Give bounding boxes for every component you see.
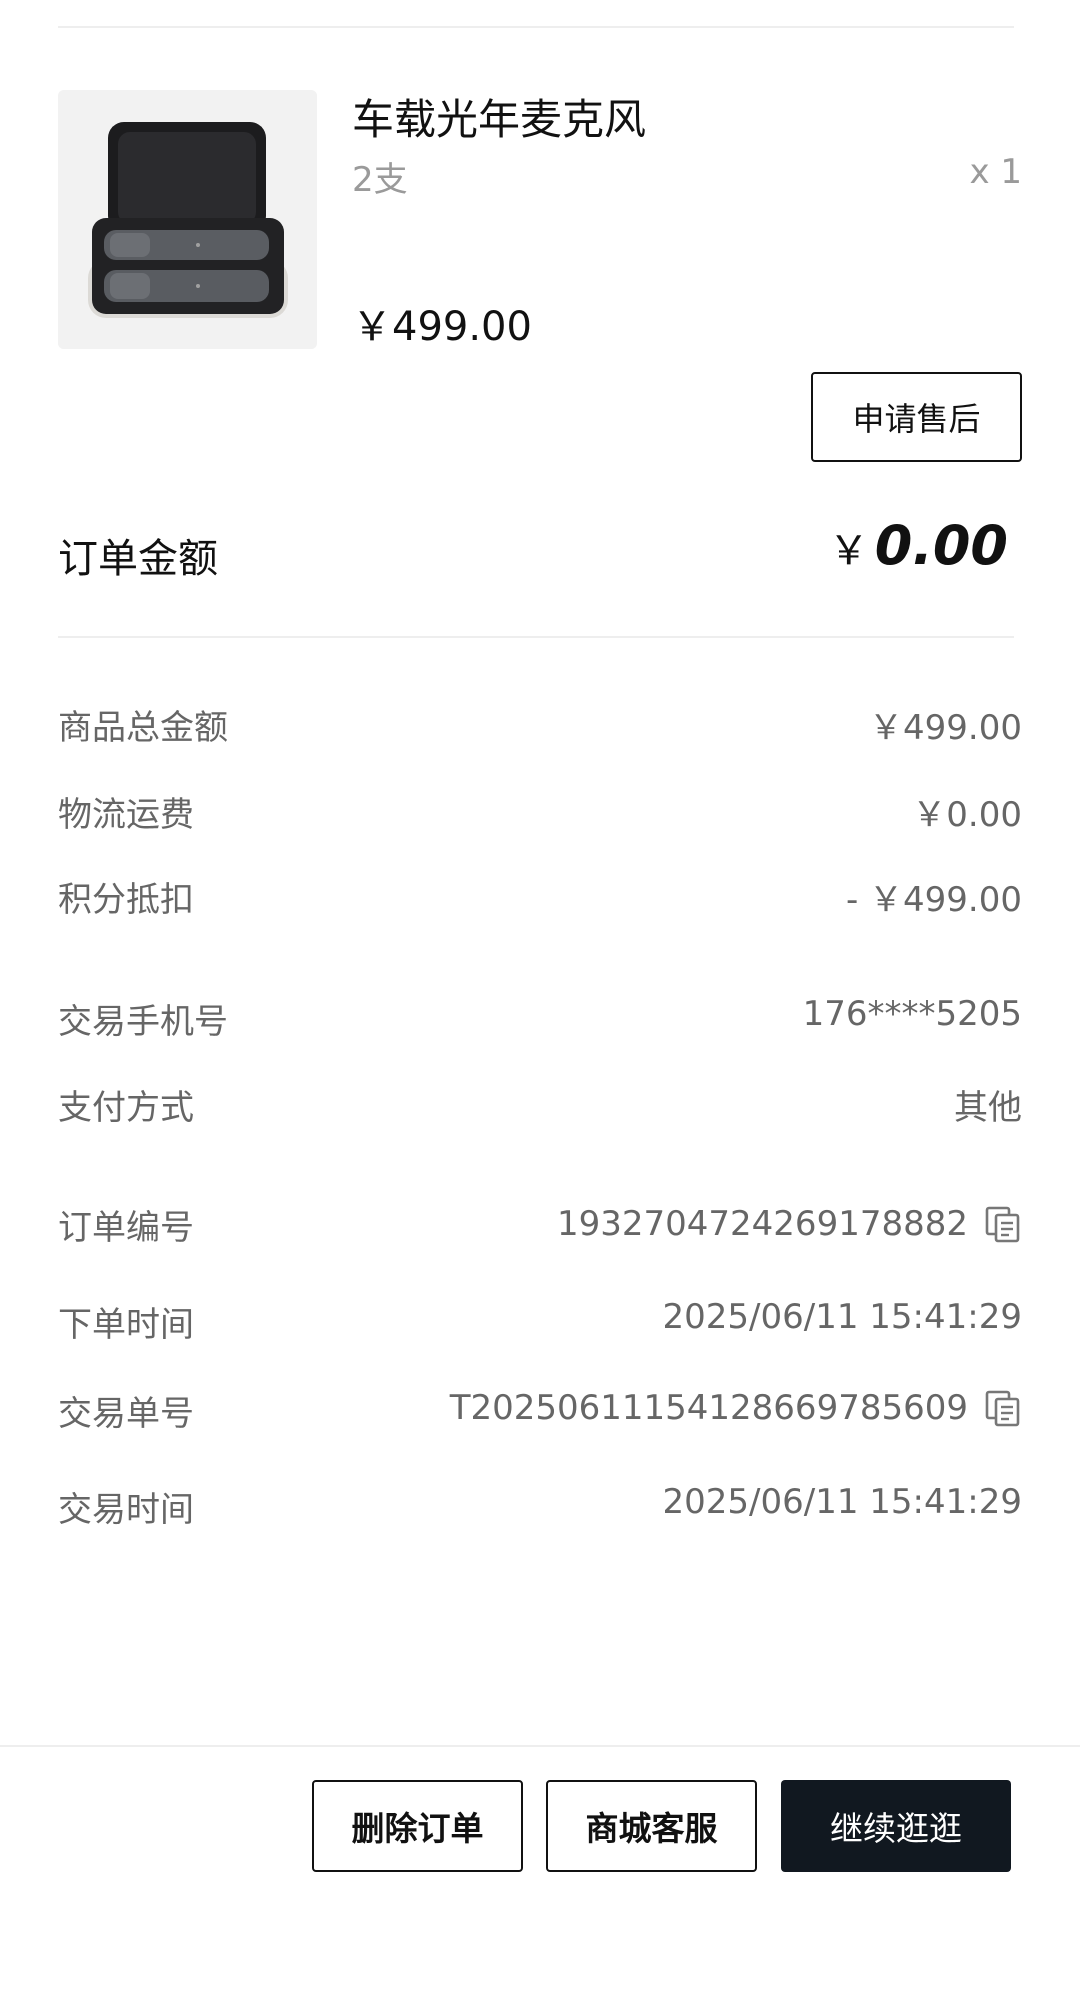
microphone-case-image — [58, 90, 317, 349]
copy-icon[interactable] — [984, 1389, 1022, 1427]
order-no-label: 订单编号 — [58, 1208, 194, 1248]
customer-service-button[interactable]: 商城客服 — [546, 1780, 757, 1872]
order-amount-currency: ￥ — [828, 528, 869, 574]
points-deduction-value: - ￥499.00 — [846, 872, 1022, 921]
order-no-text: 1932704724269178882 — [556, 1204, 968, 1244]
shipping-value: ￥0.00 — [912, 787, 1022, 836]
order-amount-value: ￥ 0.00 — [829, 514, 1008, 577]
payment-method-value: 其他 — [954, 1080, 1022, 1129]
order-no-value: 1932704724269178882 — [557, 1204, 1022, 1244]
amount-divider — [58, 636, 1014, 638]
phone-number: 176****5205 — [802, 994, 1022, 1034]
copy-icon[interactable] — [984, 1205, 1022, 1243]
delete-order-button[interactable]: 删除订单 — [312, 1780, 523, 1872]
product-price: ￥499.00 — [352, 304, 532, 350]
delete-order-label: 删除订单 — [351, 1809, 484, 1848]
payment-method-text: 其他 — [954, 1088, 1022, 1128]
points-deduction-label: 积分抵扣 — [58, 880, 194, 920]
shipping-amount: ￥0.00 — [912, 795, 1022, 835]
trade-time-value: 2025/06/11 15:41:29 — [663, 1482, 1022, 1522]
bottom-bar-divider — [0, 1745, 1080, 1747]
goods-total-amount: ￥499.00 — [869, 708, 1022, 748]
continue-shopping-label: 继续逛逛 — [830, 1809, 962, 1848]
product-spec: 2支 — [352, 160, 408, 200]
product-image[interactable] — [58, 90, 317, 349]
payment-method-label: 支付方式 — [58, 1088, 194, 1128]
trade-time-text: 2025/06/11 15:41:29 — [662, 1482, 1022, 1522]
points-deduction-amount: - ￥499.00 — [845, 880, 1022, 920]
goods-total-label: 商品总金额 — [58, 708, 228, 748]
phone-value: 176****5205 — [803, 994, 1022, 1034]
trade-time-label: 交易时间 — [58, 1490, 194, 1530]
apply-after-sale-button[interactable]: 申请售后 — [811, 372, 1022, 462]
top-divider — [58, 26, 1014, 28]
order-amount-number: 0.00 — [874, 514, 1008, 577]
apply-after-sale-label: 申请售后 — [852, 400, 981, 438]
product-name[interactable]: 车载光年麦克风 — [352, 86, 646, 147]
trade-no-value: T20250611154128669785609 — [450, 1388, 1022, 1428]
order-amount-label: 订单金额 — [58, 536, 218, 582]
customer-service-label: 商城客服 — [585, 1809, 718, 1848]
continue-shopping-button[interactable]: 继续逛逛 — [781, 1780, 1011, 1872]
trade-no-text: T20250611154128669785609 — [449, 1388, 968, 1428]
order-time-label: 下单时间 — [58, 1305, 194, 1345]
goods-total-value: ￥499.00 — [869, 700, 1022, 749]
trade-no-label: 交易单号 — [58, 1394, 194, 1434]
product-quantity: x 1 — [969, 152, 1022, 192]
order-time-text: 2025/06/11 15:41:29 — [662, 1297, 1022, 1337]
phone-label: 交易手机号 — [58, 1002, 228, 1042]
order-detail-page: 车载光年麦克风 2支 x 1 ￥499.00 申请售后 订单金额 ￥ 0.00 商… — [0, 0, 1080, 2000]
shipping-label: 物流运费 — [58, 795, 194, 835]
order-time-value: 2025/06/11 15:41:29 — [663, 1297, 1022, 1337]
